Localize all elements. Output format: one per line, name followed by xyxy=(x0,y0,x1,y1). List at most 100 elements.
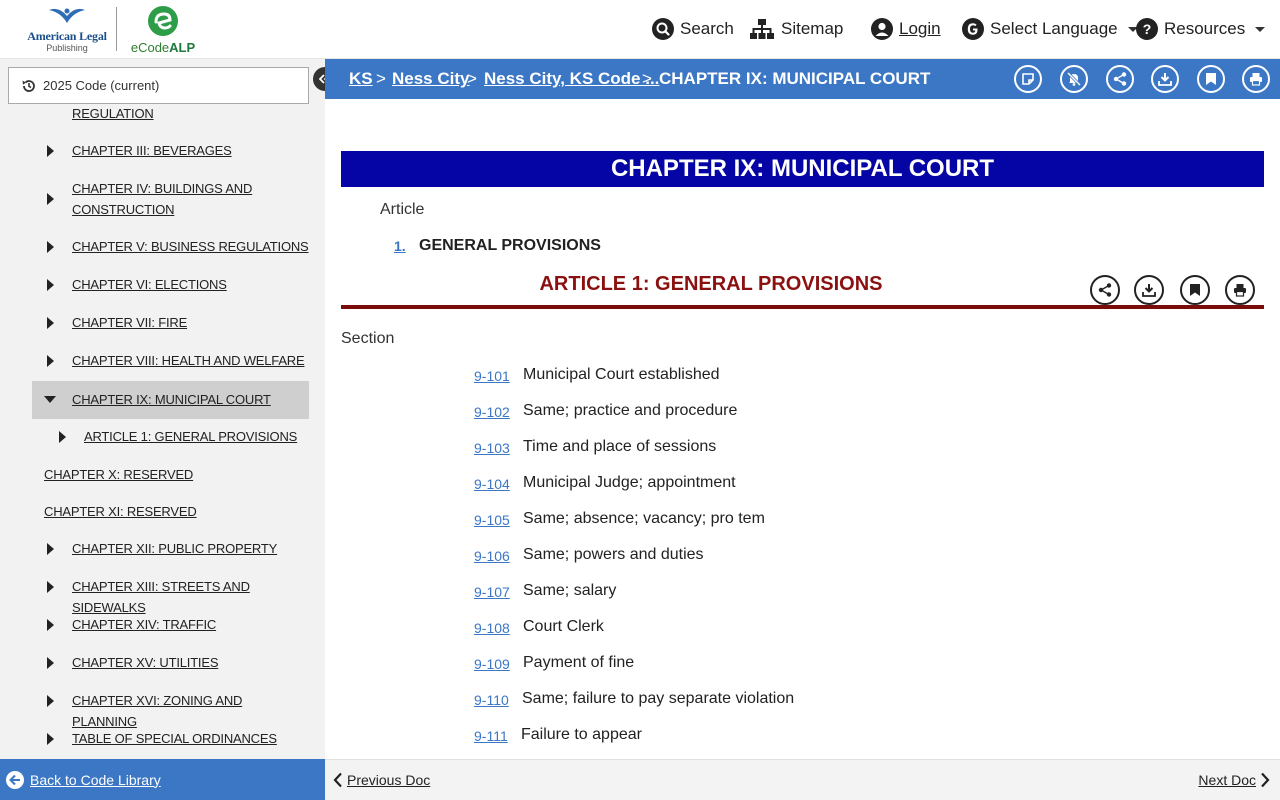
article-heading: ARTICLE 1: GENERAL PROVISIONS xyxy=(539,273,883,295)
section-number-link[interactable]: 9-108 xyxy=(474,620,510,636)
expand-arrow-icon[interactable] xyxy=(47,145,54,157)
expand-arrow-icon[interactable] xyxy=(47,733,54,745)
collapse-arrow-icon[interactable] xyxy=(44,396,56,403)
toc-item[interactable]: CHAPTER VIII: HEALTH AND WELFARE xyxy=(32,349,309,373)
collapse-sidebar-button[interactable] xyxy=(313,67,325,91)
expand-arrow-icon[interactable] xyxy=(47,317,54,329)
sitemap-button[interactable]: Sitemap xyxy=(749,14,843,44)
resources-menu[interactable]: ? Resources xyxy=(1136,14,1266,44)
version-select[interactable]: 2025 Code (current) xyxy=(8,67,309,104)
logo-line2: Publishing xyxy=(46,43,88,53)
download-icon xyxy=(1142,284,1156,297)
toc-item[interactable]: CHAPTER X: RESERVED xyxy=(32,463,309,487)
expand-arrow-icon[interactable] xyxy=(47,619,54,631)
expand-arrow-icon[interactable] xyxy=(47,279,54,291)
toc-item-label: CHAPTER XVI: ZONING AND PLANNING xyxy=(72,693,243,729)
toc-item-selected[interactable]: CHAPTER IX: MUNICIPAL COURT xyxy=(32,381,309,419)
section-number-link[interactable]: 9-101 xyxy=(474,368,510,384)
toc-item[interactable]: CHAPTER XIII: STREETS AND SIDEWALKS xyxy=(32,575,309,615)
section-number-link[interactable]: 9-106 xyxy=(474,548,510,564)
toc-item[interactable]: CHAPTER XII: PUBLIC PROPERTY xyxy=(32,537,309,561)
alerts-off-button[interactable] xyxy=(1060,65,1088,93)
section-number-link[interactable]: 9-109 xyxy=(474,656,510,672)
article-download-button[interactable] xyxy=(1134,275,1164,305)
toc-item[interactable]: REGULATION xyxy=(32,103,309,123)
language-select[interactable]: Select Language xyxy=(962,14,1138,44)
toc-item-label: CHAPTER XIII: STREETS AND SIDEWALKS xyxy=(72,579,250,615)
login-link[interactable]: Login xyxy=(871,14,941,44)
american-legal-logo: American Legal Publishing xyxy=(26,4,108,54)
article-title: GENERAL PROVISIONS xyxy=(419,237,601,254)
top-header: American Legal Publishing eCodeALP Searc… xyxy=(0,0,1280,59)
toc-item-label: CHAPTER XI: RESERVED xyxy=(44,504,197,519)
breadcrumb: KS > Ness City > Ness City, KS Code ... … xyxy=(325,59,1280,99)
back-to-library-link[interactable]: Back to Code Library xyxy=(0,759,325,800)
section-number-link[interactable]: 9-102 xyxy=(474,404,510,420)
print-icon xyxy=(1234,284,1246,297)
toc-item[interactable]: CHAPTER VI: ELECTIONS xyxy=(32,273,309,297)
annotation-button[interactable] xyxy=(1014,65,1042,93)
toc-item[interactable]: CHAPTER IV: BUILDINGS AND CONSTRUCTION xyxy=(32,177,309,221)
section-number-link[interactable]: 9-110 xyxy=(474,692,509,708)
breadcrumb-link-code[interactable]: Ness City, KS Code ... xyxy=(484,68,659,90)
chapter-title: CHAPTER IX: MUNICIPAL COURT xyxy=(341,151,1264,187)
toc-item-label: CHAPTER V: BUSINESS REGULATIONS xyxy=(72,239,309,254)
expand-arrow-icon[interactable] xyxy=(47,657,54,669)
previous-doc-label: Previous Doc xyxy=(347,772,431,788)
section-number-link[interactable]: 9-104 xyxy=(474,476,510,492)
section-number-link[interactable]: 9-111 xyxy=(474,728,508,744)
breadcrumb-link-city[interactable]: Ness City xyxy=(392,68,469,90)
chevron-left-icon xyxy=(333,772,342,788)
sidebar: REGULATION 2025 Code (current) CHAPTER I… xyxy=(0,59,325,759)
section-title: Court Clerk xyxy=(523,618,604,635)
breadcrumb-separator: > xyxy=(642,69,652,88)
previous-doc-link[interactable]: Previous Doc xyxy=(333,772,430,788)
print-button[interactable] xyxy=(1242,65,1270,93)
toc-item-label: REGULATION xyxy=(72,106,154,121)
article-divider xyxy=(341,305,1264,309)
expand-arrow-icon[interactable] xyxy=(47,543,54,555)
article-bookmark-button[interactable] xyxy=(1180,275,1210,305)
expand-arrow-icon[interactable] xyxy=(47,241,54,253)
download-button[interactable] xyxy=(1151,65,1179,93)
document-content: CHAPTER IX: MUNICIPAL COURT Article 1. G… xyxy=(325,99,1280,759)
next-doc-label: Next Doc xyxy=(1198,772,1256,788)
document-navigation: Previous Doc Next Doc xyxy=(325,759,1280,800)
article-print-button[interactable] xyxy=(1225,275,1255,305)
ecode-wordmark: eCodeALP xyxy=(130,39,196,55)
toc-item[interactable]: CHAPTER III: BEVERAGES xyxy=(32,139,309,163)
next-doc-link[interactable]: Next Doc xyxy=(1198,772,1270,788)
toc-item[interactable]: CHAPTER V: BUSINESS REGULATIONS xyxy=(32,235,309,259)
toc-item[interactable]: TABLE OF SPECIAL ORDINANCES xyxy=(32,727,309,751)
expand-arrow-icon[interactable] xyxy=(47,695,54,707)
breadcrumb-link-state[interactable]: KS xyxy=(349,68,373,90)
toc-item[interactable]: CHAPTER VII: FIRE xyxy=(32,311,309,335)
section-title: Same; salary xyxy=(523,582,617,599)
toc-item[interactable]: CHAPTER XI: RESERVED xyxy=(32,500,309,524)
expand-arrow-icon[interactable] xyxy=(47,355,54,367)
search-button[interactable]: Search xyxy=(652,14,734,44)
double-chevron-left-icon xyxy=(319,74,325,84)
login-label: Login xyxy=(899,19,941,38)
toc-item[interactable]: CHAPTER XIV: TRAFFIC xyxy=(32,613,309,637)
expand-arrow-icon[interactable] xyxy=(47,193,54,205)
toc-subitem[interactable]: ARTICLE 1: GENERAL PROVISIONS xyxy=(32,425,309,449)
section-number-link[interactable]: 9-107 xyxy=(474,584,510,600)
bookmark-button[interactable] xyxy=(1197,65,1225,93)
expand-arrow-icon[interactable] xyxy=(59,431,66,443)
toc-item-label: CHAPTER X: RESERVED xyxy=(44,467,194,482)
section-number-link[interactable]: 9-103 xyxy=(474,440,510,456)
article-share-button[interactable] xyxy=(1090,275,1120,305)
chevron-down-icon xyxy=(1255,26,1266,32)
breadcrumb-separator: > xyxy=(376,69,386,88)
article-number-link[interactable]: 1. xyxy=(394,238,406,254)
language-label: Select Language xyxy=(990,19,1118,38)
section-number-link[interactable]: 9-105 xyxy=(474,512,510,528)
expand-arrow-icon[interactable] xyxy=(47,581,54,593)
toc-item-label: CHAPTER XV: UTILITIES xyxy=(72,655,219,670)
share-button[interactable] xyxy=(1106,65,1134,93)
google-translate-icon xyxy=(962,18,984,40)
logo-block[interactable]: American Legal Publishing eCodeALP xyxy=(26,4,201,55)
toc-item[interactable]: CHAPTER XV: UTILITIES xyxy=(32,651,309,675)
toc-item[interactable]: CHAPTER XVI: ZONING AND PLANNING xyxy=(32,689,309,729)
